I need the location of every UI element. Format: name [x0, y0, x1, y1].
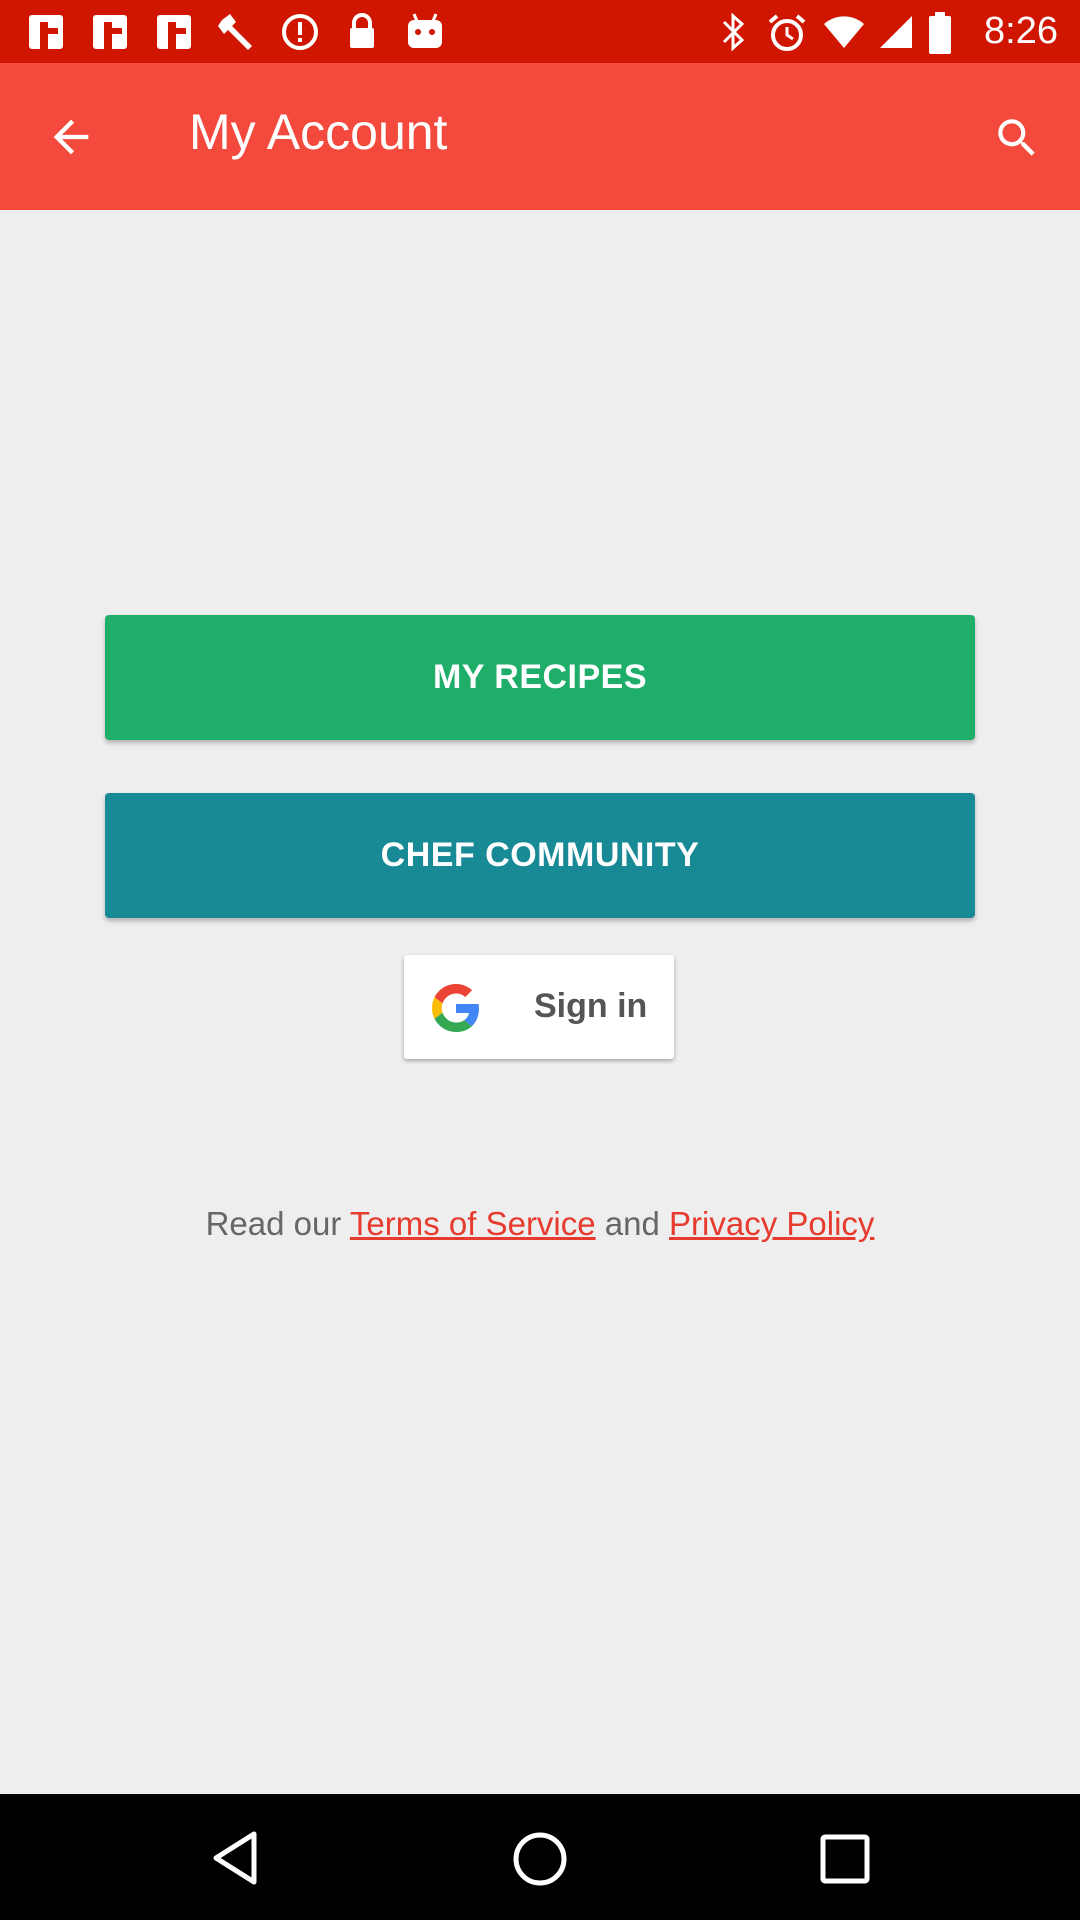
- my-recipes-button[interactable]: MY RECIPES: [105, 615, 975, 740]
- alert-icon: [282, 14, 318, 50]
- bluetooth-icon: [722, 12, 745, 52]
- notification-app-icon: [29, 15, 63, 49]
- home-circle-icon[interactable]: [510, 1829, 570, 1889]
- terms-middle: and: [595, 1205, 670, 1242]
- status-time: 8:26: [984, 10, 1058, 52]
- wrench-icon: [218, 14, 252, 50]
- signal-icon: [880, 16, 912, 48]
- android-icon: [408, 13, 442, 48]
- lock-icon: [350, 13, 374, 48]
- navigation-bar: [0, 1794, 1080, 1920]
- battery-icon: [929, 12, 951, 54]
- google-sign-in-button[interactable]: Sign in: [404, 955, 674, 1059]
- recents-square-icon[interactable]: [818, 1832, 872, 1886]
- search-icon[interactable]: [992, 113, 1042, 163]
- wifi-icon: [824, 16, 864, 48]
- back-triangle-icon[interactable]: [208, 1828, 264, 1888]
- sign-in-label: Sign in: [534, 987, 648, 1025]
- app-bar: My Account: [0, 63, 1080, 210]
- notification-app-icon: [93, 15, 127, 49]
- terms-of-service-link[interactable]: Terms of Service: [350, 1205, 596, 1242]
- status-bar: 8:26: [0, 0, 1080, 63]
- privacy-policy-link[interactable]: Privacy Policy: [669, 1205, 874, 1242]
- page-title: My Account: [189, 104, 448, 160]
- notification-app-icon: [157, 15, 191, 49]
- arrow-back-icon[interactable]: [45, 111, 97, 163]
- terms-text: Read our Terms of Service and Privacy Po…: [0, 1205, 1080, 1243]
- alarm-icon: [768, 14, 806, 51]
- terms-prefix: Read our: [205, 1205, 350, 1242]
- chef-community-button[interactable]: CHEF COMMUNITY: [105, 793, 975, 918]
- google-logo-icon: [432, 984, 479, 1032]
